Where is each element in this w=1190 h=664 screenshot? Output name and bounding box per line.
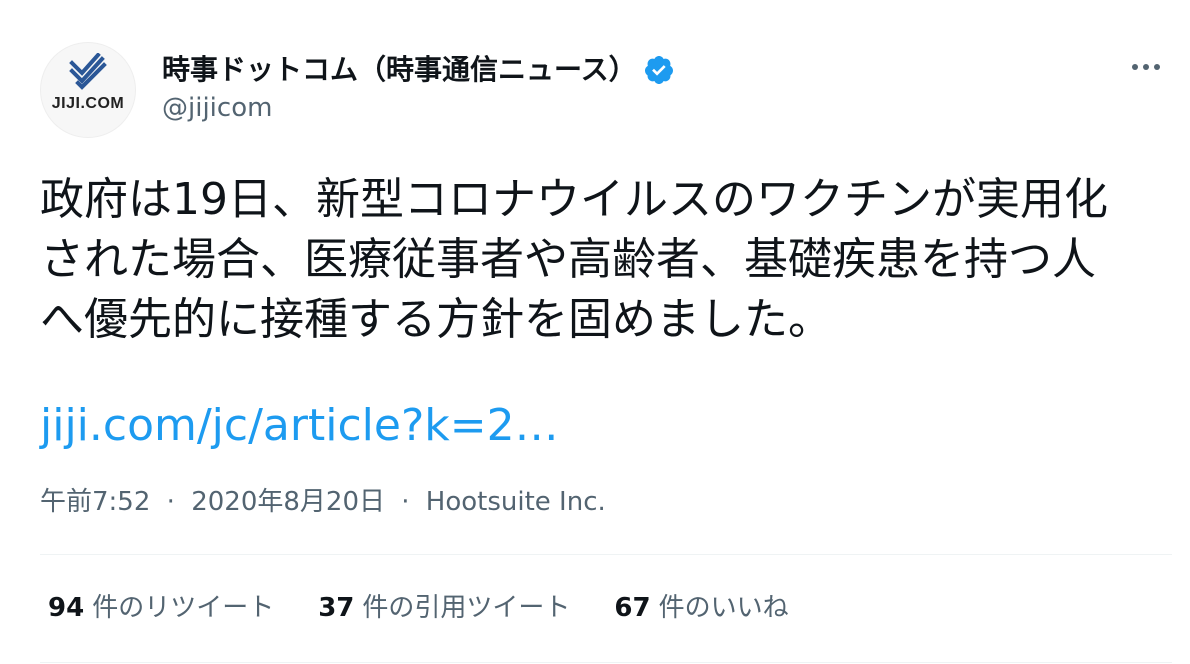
more-dot [1143,64,1149,70]
likes-count: 67 [614,593,651,623]
quote-tweets-stat[interactable]: 37 件の引用ツイート [318,588,570,628]
retweets-count: 94 [48,593,85,623]
divider [40,554,1172,555]
retweets-stat[interactable]: 94 件のリツイート [48,588,274,628]
tweet-date[interactable]: 2020年8月20日 [191,487,385,517]
likes-stat[interactable]: 67 件のいいね [614,588,788,628]
quote-tweets-count: 37 [318,593,355,623]
tweet-card: JIJI.COM 時事ドットコム（時事通信ニュース） @jijicom 政府は1… [0,0,1190,664]
divider [40,662,1172,663]
more-dot [1154,64,1160,70]
author-name-row: 時事ドットコム（時事通信ニュース） [162,50,675,90]
avatar-logo-text: JIJI.COM [51,95,125,112]
more-options-icon[interactable] [1126,52,1166,82]
tweet-stats: 94 件のリツイート 37 件の引用ツイート 67 件のいいね [48,588,833,628]
retweets-label: 件のリツイート [92,593,275,623]
tweet-text: 政府は19日、新型コロナウイルスのワクチンが実用化 された場合、医療従事者や高齢… [40,174,1108,345]
tweet-meta: 午前7:52 · 2020年8月20日 · Hootsuite Inc. [40,484,606,520]
tweet-source[interactable]: Hootsuite Inc. [426,487,606,517]
author-handle[interactable]: @jijicom [162,92,272,124]
quote-tweets-label: 件の引用ツイート [362,593,571,623]
verified-badge-icon [644,56,673,84]
likes-label: 件のいいね [658,593,789,623]
meta-separator: · [401,487,410,517]
more-dot [1132,64,1138,70]
meta-separator: · [166,487,175,517]
tweet-time[interactable]: 午前7:52 [40,487,150,517]
author-display-name[interactable]: 時事ドットコム（時事通信ニュース） [162,52,637,88]
avatar[interactable]: JIJI.COM [40,42,136,138]
tweet-link[interactable]: jiji.com/jc/article?k=2… [40,398,559,454]
jiji-logo-icon [69,53,107,90]
